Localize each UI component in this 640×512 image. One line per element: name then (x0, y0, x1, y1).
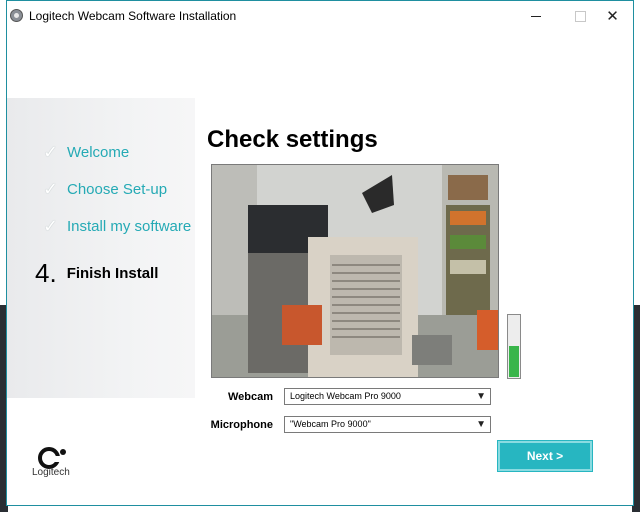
step-choose-setup: ✓ Choose Set-up (43, 179, 167, 200)
step-welcome: ✓ Welcome (43, 142, 129, 163)
chevron-down-icon[interactable]: ▼ (476, 417, 486, 432)
webcam-select[interactable]: Logitech Webcam Pro 9000 ▼ (284, 388, 491, 405)
title-bar[interactable]: Logitech Webcam Software Installation ✕ (7, 1, 633, 31)
microphone-label: Microphone (210, 419, 273, 431)
microphone-level-fill (509, 345, 519, 377)
close-button[interactable]: ✕ (590, 1, 635, 31)
minimize-icon (530, 15, 541, 17)
step-label: Choose Set-up (67, 181, 168, 198)
maximize-icon (575, 10, 586, 22)
installer-window: Logitech Webcam Software Installation ✕ … (6, 0, 634, 506)
step-label: Install my software (67, 218, 192, 235)
page-title: Check settings (207, 126, 378, 153)
step-install-software: ✓ Install my software (43, 216, 191, 237)
webcam-preview-image (212, 165, 498, 377)
step-label: Welcome (67, 144, 130, 161)
webcam-label: Webcam (227, 391, 273, 403)
window-title: Logitech Webcam Software Installation (29, 9, 237, 23)
chevron-down-icon[interactable]: ▼ (476, 389, 486, 404)
next-button[interactable]: Next > (498, 441, 592, 471)
microphone-level-meter (507, 314, 521, 379)
step-number: 4. (35, 258, 57, 288)
brand-name: Logitech (32, 467, 70, 478)
webcam-select-value: Logitech Webcam Pro 9000 (290, 391, 401, 401)
microphone-select-value: "Webcam Pro 9000" (290, 419, 371, 429)
webcam-app-icon (10, 9, 23, 22)
check-icon: ✓ (43, 179, 59, 199)
step-label: Finish Install (66, 265, 159, 282)
microphone-select[interactable]: "Webcam Pro 9000" ▼ (284, 416, 491, 433)
minimize-button[interactable] (513, 1, 558, 31)
check-icon: ✓ (43, 216, 59, 236)
check-icon: ✓ (43, 142, 59, 162)
steps-panel: ✓ Welcome ✓ Choose Set-up ✓ Install my s… (7, 98, 195, 398)
step-finish-install: 4. Finish Install (35, 258, 158, 289)
webcam-preview (211, 164, 499, 378)
close-icon: ✕ (606, 8, 619, 25)
